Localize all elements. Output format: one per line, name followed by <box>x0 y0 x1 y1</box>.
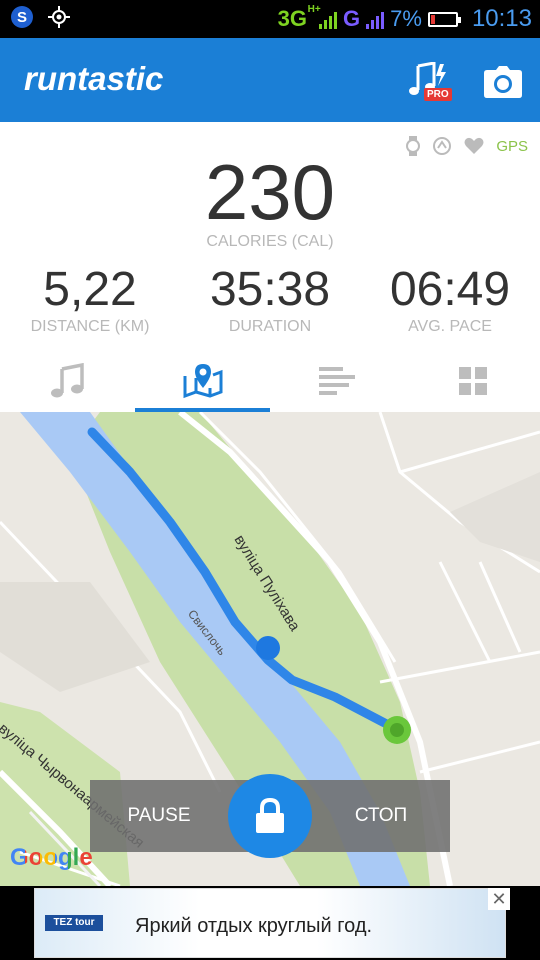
route-map[interactable]: вуліца Пуліхава Свислочь вуліца Чырвонаа… <box>0 412 540 886</box>
ad-close-icon[interactable]: ✕ <box>488 888 510 910</box>
road <box>399 430 540 474</box>
network-type-label-2: G <box>343 6 361 31</box>
lock-button[interactable] <box>228 774 312 858</box>
camera-icon <box>484 66 522 98</box>
tab-splits[interactable] <box>270 350 405 412</box>
tab-map[interactable] <box>135 350 270 412</box>
dashboard-icon <box>458 367 487 395</box>
road <box>419 740 540 774</box>
stop-button[interactable]: СТОП <box>312 780 450 852</box>
duration-label: DURATION <box>228 318 312 335</box>
status-bar: S 3G H+ G 7% 10:13 <box>0 0 540 38</box>
music-pro-button[interactable]: PRO <box>408 61 454 104</box>
battery-icon <box>427 11 461 27</box>
location-target-icon <box>48 6 70 28</box>
calories-value: 230 <box>204 148 336 236</box>
ad-logo: TEZ tour <box>45 915 103 931</box>
lock-icon <box>256 798 284 833</box>
road <box>379 650 540 684</box>
building-block <box>450 472 540 562</box>
map-icon <box>183 364 222 399</box>
route-current-position-marker <box>256 636 280 660</box>
ad-content[interactable]: TEZ tour Яркий отдых круглый год. <box>34 888 506 958</box>
road <box>478 561 522 653</box>
network-type-label: 3G H+ <box>277 4 321 31</box>
distance-label: DISTANCE (KM) <box>30 318 150 335</box>
battery-percent: 7% <box>390 6 422 31</box>
google-logo: Google <box>10 844 93 871</box>
calories-label: CALORIES (CAL) <box>206 233 334 250</box>
app-bar: runtastic PRO <box>0 38 540 122</box>
ad-text: Яркий отдых круглый год. <box>135 915 373 937</box>
sync-icon: S <box>11 6 33 28</box>
pace-value: 06:49 <box>389 263 511 316</box>
svg-text:S: S <box>17 9 27 26</box>
pro-badge: PRO <box>424 88 452 101</box>
road <box>438 561 492 663</box>
duration-metric: 35:38 DURATION <box>180 262 360 336</box>
pace-metric: 06:49 AVG. PACE <box>360 262 540 336</box>
pace-label: AVG. PACE <box>408 318 492 335</box>
tab-dashboard[interactable] <box>405 350 540 412</box>
ad-banner: TEZ tour Яркий отдых круглый год. <box>0 886 540 960</box>
duration-value: 35:38 <box>209 263 331 316</box>
splits-icon <box>318 367 355 395</box>
app-logo: runtastic <box>24 60 164 97</box>
camera-button[interactable] <box>484 66 522 98</box>
tab-music[interactable] <box>0 350 135 412</box>
building-block <box>0 582 150 692</box>
session-stats-panel: GPS 230 CALORIES (CAL) 5,22 DISTANCE (KM… <box>0 122 540 412</box>
signal-strength-icon-2 <box>366 9 385 29</box>
distance-metric: 5,22 DISTANCE (KM) <box>0 262 180 336</box>
music-icon <box>50 363 84 398</box>
distance-value: 5,22 <box>43 263 137 316</box>
pause-button[interactable]: PAUSE <box>90 780 228 852</box>
signal-strength-icon <box>319 9 338 29</box>
clock: 10:13 <box>471 5 532 32</box>
view-tabs <box>0 350 540 412</box>
